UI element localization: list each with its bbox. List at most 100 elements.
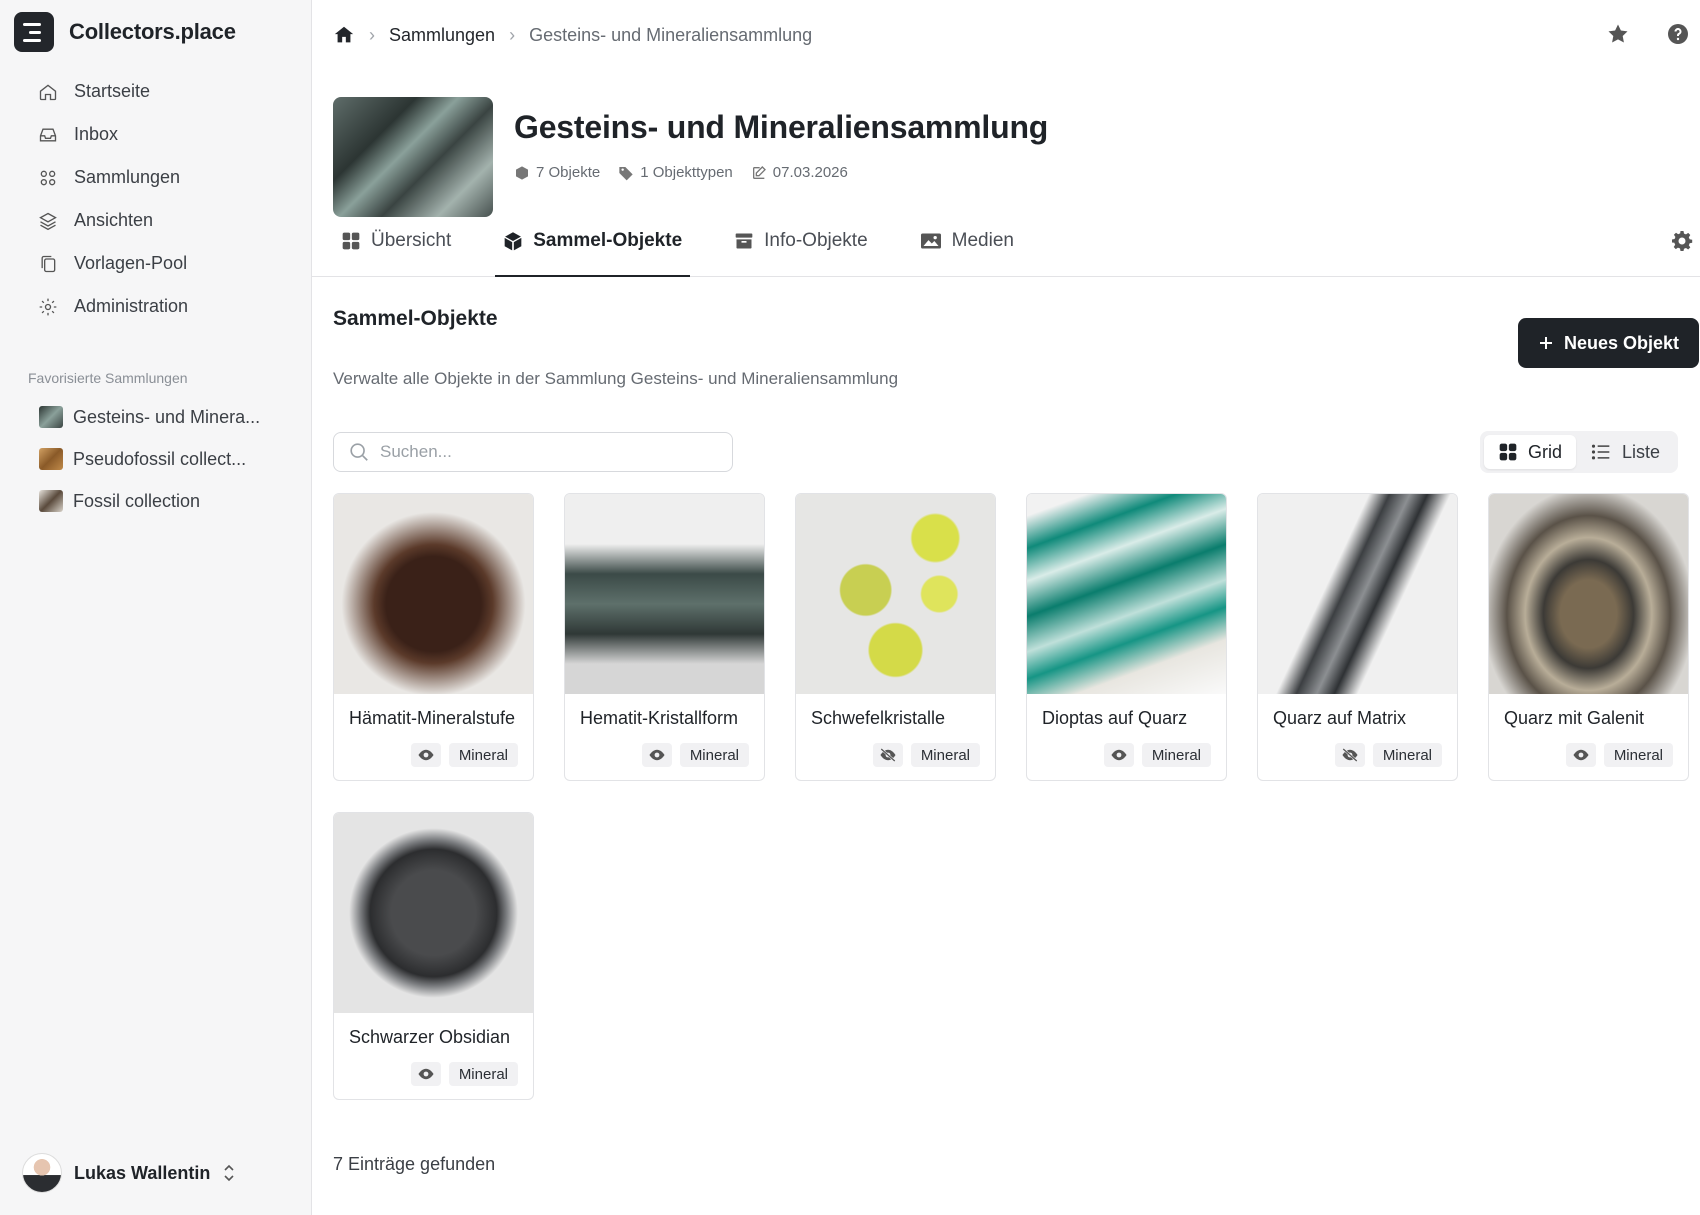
object-name: Quarz mit Galenit bbox=[1504, 708, 1645, 728]
nav-label: Vorlagen-Pool bbox=[74, 253, 188, 273]
visibility-badge bbox=[410, 1062, 441, 1086]
tab-label: Übersicht bbox=[371, 229, 452, 251]
object-name: Schwefelkristalle bbox=[811, 708, 946, 728]
image-icon bbox=[920, 233, 941, 248]
user-menu[interactable]: Lukas Wallentin bbox=[22, 1153, 236, 1193]
user-name: Lukas Wallentin bbox=[74, 1162, 211, 1183]
object-name: Dioptas auf Quarz bbox=[1042, 708, 1188, 728]
nav-item-administration[interactable]: Administration bbox=[0, 285, 311, 328]
object-card[interactable]: Dioptas auf Quarz Mineral bbox=[1026, 493, 1227, 781]
gear-icon bbox=[39, 298, 57, 315]
logo-icon bbox=[14, 12, 54, 52]
nav-item-vorlagen-pool[interactable]: Vorlagen-Pool bbox=[0, 242, 311, 285]
object-image bbox=[1027, 494, 1226, 694]
eye-icon bbox=[418, 1068, 434, 1080]
object-image bbox=[1258, 494, 1457, 694]
star-icon[interactable] bbox=[1606, 22, 1630, 46]
type-count: 1 Objekttypen bbox=[618, 164, 733, 181]
object-card[interactable]: Hematit-Kristallform Mineral bbox=[564, 493, 765, 781]
search-input[interactable] bbox=[380, 442, 710, 462]
tag-icon bbox=[619, 166, 633, 180]
object-image bbox=[1489, 494, 1688, 694]
object-card[interactable]: Schwefelkristalle Mineral bbox=[795, 493, 996, 781]
objects-grid: Hämatit-Mineralstufe Mineral Hematit-Kri… bbox=[333, 493, 1689, 1100]
edit-date-label: 07.03.2026 bbox=[772, 164, 848, 181]
search-icon bbox=[350, 443, 368, 461]
favorite-item[interactable]: Fossil collection bbox=[0, 480, 311, 522]
top-actions bbox=[1606, 22, 1690, 46]
tab-info-objekte[interactable]: Info-Objekte bbox=[726, 205, 876, 276]
eye-icon bbox=[649, 749, 665, 761]
tab-uebersicht[interactable]: Übersicht bbox=[333, 205, 459, 276]
collection-cover-image bbox=[333, 97, 493, 217]
home-icon[interactable] bbox=[333, 24, 355, 46]
chevron-right-icon: › bbox=[509, 24, 516, 45]
brand[interactable]: Collectors.place bbox=[0, 0, 311, 64]
section-description: Verwalte alle Objekte in der Sammlung Ge… bbox=[333, 369, 899, 388]
objects-section: Sammel-Objekte Verwalte alle Objekte in … bbox=[312, 277, 1700, 1174]
object-card[interactable]: Quarz mit Galenit Mineral bbox=[1488, 493, 1689, 781]
favorites-heading: Favorisierte Sammlungen bbox=[28, 370, 188, 386]
list-icon bbox=[1591, 444, 1610, 460]
breadcrumb-sammlungen[interactable]: Sammlungen bbox=[389, 25, 495, 46]
object-card[interactable]: Hämatit-Mineralstufe Mineral bbox=[333, 493, 534, 781]
search-box bbox=[333, 432, 733, 472]
results-count: 7 Einträge gefunden bbox=[333, 1154, 496, 1174]
favorite-label: Gesteins- und Minera... bbox=[73, 406, 261, 427]
edit-icon bbox=[752, 165, 766, 179]
tab-label: Info-Objekte bbox=[764, 229, 868, 251]
nav-item-sammlungen[interactable]: Sammlungen bbox=[0, 156, 311, 199]
collection-meta: 7 Objekte 1 Objekttypen 07.03.2026 bbox=[514, 164, 1048, 181]
favorite-item[interactable]: Gesteins- und Minera... bbox=[0, 396, 311, 438]
section-title: Sammel-Objekte bbox=[333, 307, 498, 330]
object-card[interactable]: Schwarzer Obsidian Mineral bbox=[333, 812, 534, 1100]
type-tag: Mineral bbox=[448, 743, 518, 767]
type-tag: Mineral bbox=[1141, 743, 1211, 767]
grid-icon bbox=[1499, 443, 1517, 461]
visibility-badge bbox=[872, 743, 903, 767]
collection-thumbnail bbox=[39, 490, 63, 512]
visibility-badge bbox=[1565, 743, 1596, 767]
object-image bbox=[565, 494, 764, 694]
favorite-label: Fossil collection bbox=[73, 490, 201, 511]
eye-icon bbox=[1111, 749, 1127, 761]
archive-icon bbox=[735, 233, 753, 248]
grid-view-button[interactable]: Grid bbox=[1483, 435, 1576, 469]
view-switcher: Grid Liste bbox=[1479, 431, 1678, 473]
nav-item-ansichten[interactable]: Ansichten bbox=[0, 199, 311, 242]
settings-gear-icon[interactable] bbox=[1670, 229, 1694, 253]
tab-bar: Übersicht Sammel-Objekte Info-Objekte Me… bbox=[312, 206, 1700, 277]
object-card[interactable]: Quarz auf Matrix Mineral bbox=[1257, 493, 1458, 781]
nav-label: Inbox bbox=[74, 124, 119, 144]
type-tag: Mineral bbox=[910, 743, 980, 767]
dashboard-icon bbox=[342, 232, 360, 249]
objects-toolbar: Grid Liste bbox=[333, 431, 1689, 473]
visibility-badge bbox=[410, 743, 441, 767]
object-image bbox=[796, 494, 995, 694]
help-icon[interactable] bbox=[1666, 22, 1690, 46]
visibility-badge bbox=[1103, 743, 1134, 767]
nav-item-startseite[interactable]: Startseite bbox=[0, 70, 311, 113]
nav-label: Ansichten bbox=[74, 210, 154, 230]
list-view-button[interactable]: Liste bbox=[1576, 435, 1674, 469]
plus-icon bbox=[1539, 337, 1552, 349]
tab-label: Medien bbox=[951, 229, 1014, 251]
nav-item-inbox[interactable]: Inbox bbox=[0, 113, 311, 156]
eye-icon bbox=[1573, 749, 1589, 761]
favorite-label: Pseudofossil collect... bbox=[73, 448, 247, 469]
visibility-badge bbox=[641, 743, 672, 767]
page-title: Gesteins- und Mineraliensammlung bbox=[514, 109, 1049, 145]
chevron-right-icon: › bbox=[369, 24, 375, 45]
collection-thumbnail bbox=[39, 406, 63, 428]
grid-view-label: Grid bbox=[1527, 441, 1562, 462]
breadcrumb: › Sammlungen › Gesteins- und Mineraliens… bbox=[333, 24, 812, 46]
tab-medien[interactable]: Medien bbox=[912, 205, 1022, 276]
list-view-label: Liste bbox=[1621, 441, 1660, 462]
object-name: Hematit-Kristallform bbox=[580, 708, 739, 728]
favorite-item[interactable]: Pseudofossil collect... bbox=[0, 438, 311, 480]
object-image bbox=[334, 494, 533, 694]
tab-sammel-objekte[interactable]: Sammel-Objekte bbox=[495, 205, 691, 277]
new-object-label: Neues Objekt bbox=[1563, 332, 1679, 353]
new-object-button[interactable]: Neues Objekt bbox=[1517, 318, 1699, 368]
breadcrumb-current: Gesteins- und Mineraliensammlung bbox=[529, 24, 813, 45]
